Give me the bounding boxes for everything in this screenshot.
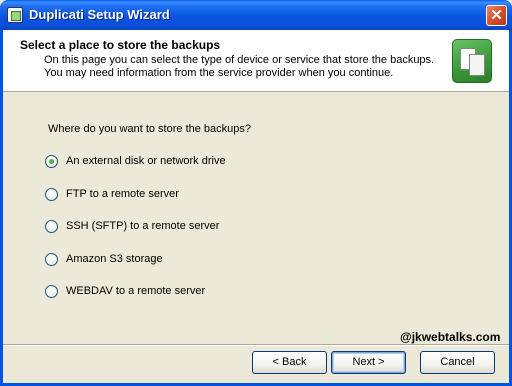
wizard-client-area: Select a place to store the backups On t…	[3, 30, 509, 383]
option-ftp[interactable]: FTP to a remote server	[45, 186, 179, 202]
close-button[interactable]: ✕	[486, 5, 507, 26]
wizard-header: Select a place to store the backups On t…	[3, 30, 509, 92]
radio-button[interactable]	[45, 219, 58, 233]
watermark-text: @jkwebtalks.com	[400, 330, 501, 344]
window-title: Duplicati Setup Wizard	[29, 7, 170, 22]
page-title: Select a place to store the backups	[20, 38, 221, 52]
option-label: WEBDAV to a remote server	[66, 285, 206, 297]
radio-button[interactable]	[45, 154, 58, 168]
page-description: On this page you can select the type of …	[44, 54, 435, 79]
option-sftp[interactable]: SSH (SFTP) to a remote server	[45, 218, 219, 234]
cancel-button[interactable]: Cancel	[420, 351, 495, 374]
title-bar[interactable]: Duplicati Setup Wizard ✕	[0, 0, 512, 30]
backup-documents-icon	[452, 39, 492, 83]
option-label: An external disk or network drive	[66, 155, 226, 167]
document-icon	[469, 54, 485, 76]
wizard-window: Duplicati Setup Wizard ✕ Select a place …	[0, 0, 512, 386]
option-amazon-s3[interactable]: Amazon S3 storage	[45, 251, 163, 267]
option-label: SSH (SFTP) to a remote server	[66, 220, 220, 232]
option-label: Amazon S3 storage	[66, 253, 163, 265]
storage-question: Where do you want to store the backups?	[48, 123, 252, 135]
option-label: FTP to a remote server	[66, 188, 179, 200]
radio-button[interactable]	[45, 284, 58, 298]
back-button[interactable]: < Back	[252, 351, 327, 374]
app-icon	[7, 7, 23, 23]
option-external-disk[interactable]: An external disk or network drive	[45, 153, 226, 169]
footer-divider-highlight	[3, 345, 509, 346]
next-button[interactable]: Next >	[331, 351, 406, 374]
radio-button[interactable]	[45, 252, 58, 266]
option-webdav[interactable]: WEBDAV to a remote server	[45, 283, 205, 299]
radio-button[interactable]	[45, 187, 58, 201]
